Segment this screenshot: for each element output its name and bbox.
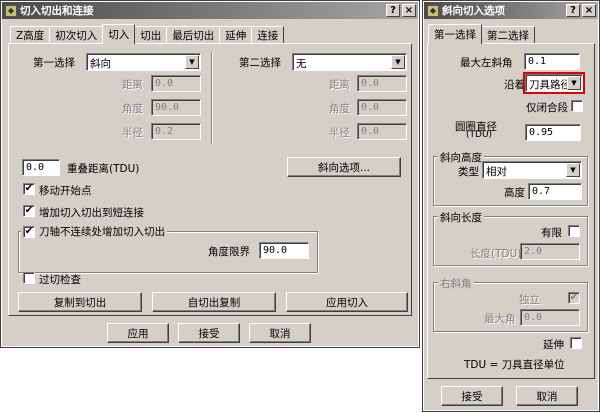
max-left-angle-label: 最大左斜角 xyxy=(460,57,513,69)
close-button[interactable]: × xyxy=(582,4,596,17)
tool-axis-checkbox[interactable]: ✔ xyxy=(23,225,35,238)
closed-only-label: 仅闭合段 xyxy=(526,102,568,114)
first-distance-field[interactable]: 0.0 xyxy=(151,75,201,92)
ramp-options-window: ◆ 斜向切入选项 ? × 第一选择 第二选择 最大左斜角 0.1 沿着 刀具路径… xyxy=(422,0,600,412)
ramp-height-group-label: 斜向高度 xyxy=(438,150,484,165)
height-label: 高度 xyxy=(504,187,525,199)
finite-label: 有限 xyxy=(541,227,562,239)
tab-extension[interactable]: 延伸 xyxy=(219,26,253,44)
leadin-tab-pane: 第一选择 斜向 ▼ 距离 0.0 角度 90.0 半径 0.2 第二选择 无 ▼… xyxy=(8,43,412,316)
second-angle-label: 角度 xyxy=(329,103,350,115)
tab-leadin[interactable]: 切入 xyxy=(102,24,136,44)
length-label: 长度(TDU) xyxy=(470,248,522,260)
first-choice-label: 第一选择 xyxy=(33,57,75,69)
add-short-link-label: 增加切入切出到短连接 xyxy=(39,207,144,219)
type-label: 类型 xyxy=(458,166,479,178)
help-button[interactable]: ? xyxy=(566,4,580,17)
tab-second-choice[interactable]: 第二选择 xyxy=(481,26,535,44)
ramp-length-group-label: 斜向长度 xyxy=(438,210,484,225)
height-field[interactable]: 0.7 xyxy=(528,183,582,200)
first-distance-label: 距离 xyxy=(122,79,143,91)
type-value: 相对 xyxy=(486,166,507,178)
second-choice-value: 无 xyxy=(296,58,307,70)
tab-links[interactable]: 连接 xyxy=(251,26,285,44)
choice-divider xyxy=(211,52,213,144)
max-angle-label: 最大角 xyxy=(484,313,516,325)
tab-first-leadin[interactable]: 初次切入 xyxy=(49,26,104,44)
right-tab-strip: 第一选择 第二选择 xyxy=(428,24,535,44)
gouge-check-checkbox[interactable] xyxy=(23,272,35,284)
window-app-icon: ◆ xyxy=(5,4,17,17)
move-start-checkbox[interactable]: ✔ xyxy=(23,183,35,195)
first-choice-select[interactable]: 斜向 ▼ xyxy=(86,53,201,71)
tab-last-leadout[interactable]: 最后切出 xyxy=(166,26,221,44)
ramp-first-choice-pane: 最大左斜角 0.1 沿着 刀具路径 ▼ 仅闭合段 圆圈直径 (TDU) 0.95… xyxy=(427,43,595,379)
ramp-accept-button[interactable]: 接受 xyxy=(441,386,503,406)
left-title-bar[interactable]: ◆ 切入切出和连接 ? × xyxy=(2,2,418,19)
overlap-distance-field[interactable]: 0.0 xyxy=(22,159,60,176)
cancel-button[interactable]: 取消 xyxy=(249,323,311,343)
help-button[interactable]: ? xyxy=(386,4,400,17)
ramp-cancel-button[interactable]: 取消 xyxy=(516,386,578,406)
first-angle-label: 角度 xyxy=(122,103,143,115)
chevron-down-icon[interactable]: ▼ xyxy=(566,163,580,177)
tab-first-choice[interactable]: 第一选择 xyxy=(428,24,482,44)
tab-leadout[interactable]: 切出 xyxy=(134,26,168,44)
type-select[interactable]: 相对 ▼ xyxy=(482,161,582,179)
circle-diameter-field[interactable]: 0.95 xyxy=(525,124,581,141)
second-choice-select[interactable]: 无 ▼ xyxy=(292,53,407,71)
finite-checkbox[interactable] xyxy=(568,225,580,237)
second-angle-field[interactable]: 0.0 xyxy=(357,99,407,116)
extend-label: 延伸 xyxy=(543,339,564,351)
tool-axis-label: 刀轴不连续处增加切入切出 xyxy=(39,226,165,238)
max-left-angle-field[interactable]: 0.1 xyxy=(524,53,580,70)
second-distance-field[interactable]: 0.0 xyxy=(357,75,407,92)
first-angle-field[interactable]: 90.0 xyxy=(151,99,201,116)
window-app-icon: ◆ xyxy=(427,4,439,17)
add-short-link-checkbox[interactable]: ✔ xyxy=(23,205,35,217)
gouge-check-label: 过切检查 xyxy=(39,274,81,286)
first-choice-value: 斜向 xyxy=(90,58,111,70)
second-radius-field[interactable]: 0.0 xyxy=(357,123,407,140)
right-title-bar[interactable]: ◆ 斜向切入选项 ? × xyxy=(424,2,598,19)
tool-axis-group-header: ✔ 刀轴不连续处增加切入切出 xyxy=(21,224,167,239)
right-ramp-group-label: 右斜角 xyxy=(438,276,474,291)
max-angle-field[interactable]: 0.0 xyxy=(520,309,580,326)
circle-diameter-unit: (TDU) xyxy=(466,130,493,140)
chevron-down-icon[interactable]: ▼ xyxy=(185,55,199,69)
length-field[interactable]: 2.0 xyxy=(520,243,580,260)
move-start-label: 移动开始点 xyxy=(39,185,92,197)
left-tab-strip: Z高度 初次切入 切入 切出 最后切出 延伸 连接 xyxy=(10,24,285,44)
copy-to-leadout-button[interactable]: 复制到切出 xyxy=(18,292,142,312)
left-window-title: 切入切出和连接 xyxy=(20,5,94,17)
angle-limit-field[interactable]: 90.0 xyxy=(259,242,309,259)
second-choice-label: 第二选择 xyxy=(239,57,281,69)
along-highlight-box xyxy=(523,72,585,94)
ramp-options-button[interactable]: 斜向选项... xyxy=(287,157,401,177)
accept-button[interactable]: 接受 xyxy=(178,323,240,343)
apply-leadin-button[interactable]: 应用切入 xyxy=(286,292,408,312)
chevron-down-icon[interactable]: ▼ xyxy=(391,55,405,69)
second-radius-label: 半径 xyxy=(329,127,350,139)
second-distance-label: 距离 xyxy=(329,79,350,91)
first-radius-label: 半径 xyxy=(122,127,143,139)
independent-label: 独立 xyxy=(519,294,540,306)
along-label: 沿着 xyxy=(504,79,525,91)
leadin-leadout-window: ◆ 切入切出和连接 ? × Z高度 初次切入 切入 切出 最后切出 延伸 连接 … xyxy=(0,0,420,348)
extend-checkbox[interactable] xyxy=(570,337,582,349)
closed-only-checkbox[interactable] xyxy=(571,100,583,112)
tab-z-height[interactable]: Z高度 xyxy=(10,26,51,44)
copy-from-leadout-button[interactable]: 自切出复制 xyxy=(152,292,276,312)
overlap-distance-label: 重叠距离(TDU) xyxy=(67,163,140,175)
right-window-title: 斜向切入选项 xyxy=(442,5,505,17)
close-button[interactable]: × xyxy=(402,4,416,17)
independent-checkbox[interactable]: ✔ xyxy=(568,292,580,304)
tdu-note: TDU = 刀具直径单位 xyxy=(464,359,565,371)
apply-button[interactable]: 应用 xyxy=(107,323,169,343)
angle-limit-label: 角度限界 xyxy=(208,246,250,258)
first-radius-field[interactable]: 0.2 xyxy=(151,123,201,140)
